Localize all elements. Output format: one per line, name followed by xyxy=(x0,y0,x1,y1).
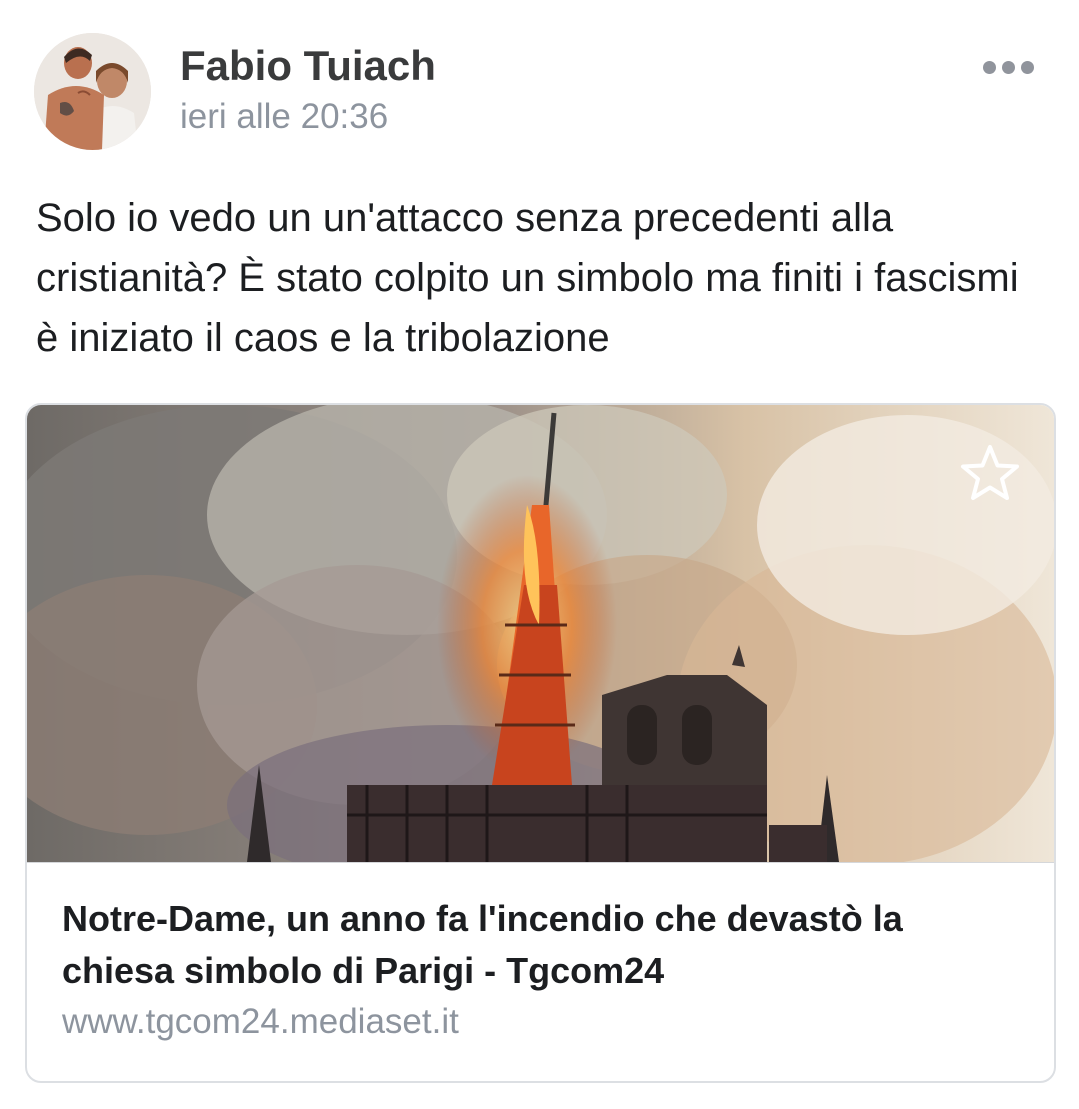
post-text: Solo io vedo un un'attacco senza precede… xyxy=(36,196,1019,360)
save-star-button[interactable] xyxy=(957,441,1023,507)
link-preview-domain: www.tgcom24.mediaset.it xyxy=(62,1002,459,1041)
ellipsis-horizontal-icon xyxy=(982,60,996,74)
link-preview-card[interactable]: Notre-Dame, un anno fa l'incendio che de… xyxy=(25,403,1056,1083)
ellipsis-dot xyxy=(1020,60,1034,74)
author-avatar[interactable] xyxy=(34,33,151,150)
link-preview-image[interactable] xyxy=(27,405,1054,863)
author-name[interactable]: Fabio Tuiach xyxy=(180,42,436,90)
notre-dame-fire-photo xyxy=(27,405,1054,862)
avatar-photo xyxy=(34,33,151,150)
star-outline-icon xyxy=(961,445,1019,500)
more-options-button[interactable] xyxy=(978,52,1038,82)
link-preview-title[interactable]: Notre-Dame, un anno fa l'incendio che de… xyxy=(62,893,1022,997)
post-timestamp[interactable]: ieri alle 20:36 xyxy=(180,96,388,138)
ellipsis-dot xyxy=(1001,60,1015,74)
